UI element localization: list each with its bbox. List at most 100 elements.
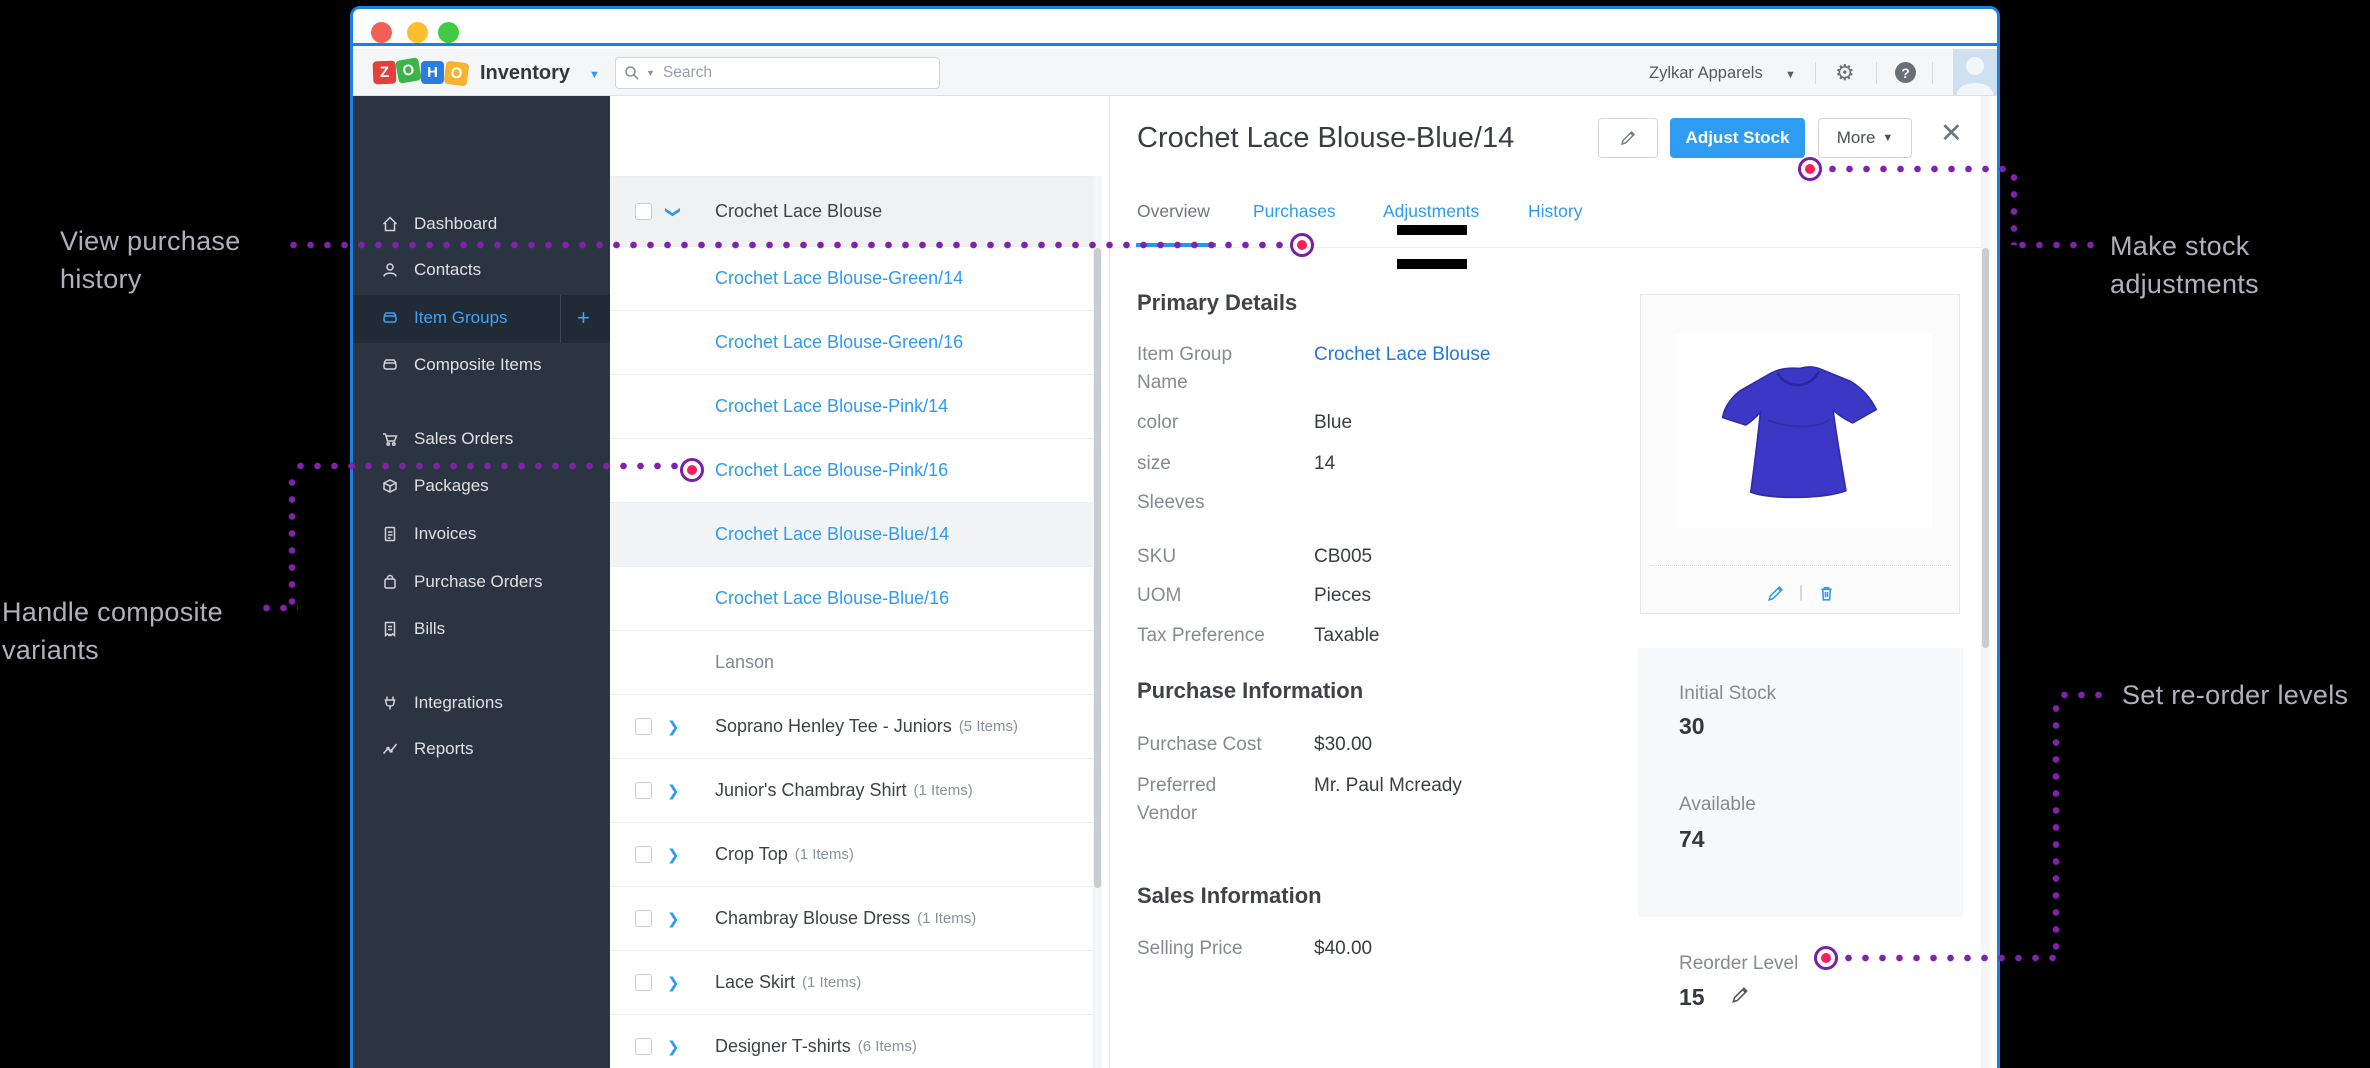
row-checkbox[interactable] <box>635 718 652 735</box>
more-button-label: More <box>1836 128 1876 147</box>
sidebar-item-sales-orders[interactable]: Sales Orders <box>353 421 610 457</box>
annotation-line: Handle composite <box>2 597 223 627</box>
list-item-group[interactable]: ❯ Junior's Chambray Shirt (1 Items) <box>610 758 1102 822</box>
tab-adjustments[interactable]: Adjustments <box>1383 201 1479 222</box>
field-value: CB005 <box>1314 546 1373 567</box>
variant-link[interactable]: Crochet Lace Blouse-Green/16 <box>610 332 963 353</box>
item-group-link[interactable]: Crochet Lace Blouse <box>1314 341 1490 369</box>
item-group-name[interactable]: Chambray Blouse Dress <box>610 908 910 929</box>
list-item-group[interactable]: ❯ Soprano Henley Tee - Juniors (5 Items) <box>610 694 1102 758</box>
item-count: (1 Items) <box>913 782 973 799</box>
edit-item-button[interactable] <box>1598 118 1658 158</box>
list-scrollbar-thumb[interactable] <box>1094 248 1101 888</box>
annotation-dotted-line <box>292 462 678 470</box>
detail-scrollbar-thumb[interactable] <box>1982 248 1989 648</box>
sidebar-item-packages[interactable]: Packages <box>353 468 610 504</box>
sidebar-item-dashboard[interactable]: Dashboard <box>353 206 610 242</box>
sidebar-item-item-groups[interactable]: Item Groups <box>353 300 610 336</box>
close-panel-icon[interactable]: ✕ <box>1940 118 1963 149</box>
sidebar-item-purchase-orders[interactable]: Purchase Orders <box>353 564 610 600</box>
chevron-right-icon[interactable]: ❯ <box>667 718 680 736</box>
field-value: $40.00 <box>1314 938 1373 959</box>
list-item-variant[interactable]: Crochet Lace Blouse-Blue/16 <box>610 566 1102 630</box>
list-item-variant[interactable]: Crochet Lace Blouse-Pink/14 <box>610 374 1102 438</box>
image-card-divider <box>1651 565 1951 566</box>
redaction-bar <box>1397 225 1467 235</box>
tab-history[interactable]: History <box>1528 201 1582 222</box>
list-item-plain[interactable]: Lanson <box>610 630 1102 694</box>
add-item-group-button[interactable]: + <box>577 305 590 331</box>
help-icon[interactable]: ? <box>1895 62 1916 83</box>
variant-link[interactable]: Crochet Lace Blouse-Blue/16 <box>610 588 949 609</box>
item-group-name[interactable]: Soprano Henley Tee - Juniors <box>610 716 952 737</box>
list-item-group[interactable]: ❯ Chambray Blouse Dress (1 Items) <box>610 886 1102 950</box>
item-name[interactable]: Lanson <box>610 652 774 673</box>
gear-icon[interactable]: ⚙ <box>1835 60 1855 86</box>
more-button[interactable]: More ▼ <box>1818 118 1912 158</box>
avatar[interactable] <box>1953 49 1997 95</box>
detail-scrollbar[interactable] <box>1981 96 1990 1068</box>
field-value: Taxable <box>1314 625 1380 646</box>
search-icon <box>625 66 639 80</box>
chevron-down-icon[interactable]: ❯ <box>664 205 682 218</box>
sidebar-item-integrations[interactable]: Integrations <box>353 685 610 721</box>
sidebar-item-invoices[interactable]: Invoices <box>353 516 610 552</box>
annotation-dotted-line <box>285 241 1286 249</box>
field-label: color <box>1137 412 1179 433</box>
chevron-right-icon[interactable]: ❯ <box>667 782 680 800</box>
search-scope-caret-icon[interactable]: ▼ <box>646 68 655 78</box>
search-bar[interactable]: ▼ <box>615 57 940 89</box>
item-group-name[interactable]: Junior's Chambray Shirt <box>610 780 907 801</box>
search-input[interactable] <box>660 63 891 83</box>
reports-chart-icon <box>382 743 398 755</box>
org-caret-icon[interactable]: ▼ <box>1785 69 1796 81</box>
list-item-group[interactable]: ❯ Designer T-shirts (6 Items) <box>610 1014 1102 1068</box>
row-checkbox[interactable] <box>635 1038 652 1055</box>
sidebar-item-contacts[interactable]: Contacts <box>353 252 610 288</box>
row-checkbox[interactable] <box>635 203 652 220</box>
list-item-variant[interactable]: Crochet Lace Blouse-Green/14 <box>610 246 1102 310</box>
avatar-silhouette-icon <box>1957 57 1993 95</box>
list-scrollbar[interactable] <box>1093 176 1102 1068</box>
org-name[interactable]: Zylkar Apparels <box>1649 64 1763 83</box>
list-item-variant[interactable]: Crochet Lace Blouse-Green/16 <box>610 310 1102 374</box>
sidebar-item-composite-items[interactable]: Composite Items <box>353 347 610 383</box>
chevron-right-icon[interactable]: ❯ <box>667 846 680 864</box>
edit-image-icon[interactable] <box>1766 584 1785 603</box>
chevron-right-icon[interactable]: ❯ <box>667 910 680 928</box>
row-checkbox[interactable] <box>635 974 652 991</box>
annotation-line: View purchase <box>60 226 241 256</box>
sidebar-item-label: Sales Orders <box>414 429 514 448</box>
sidebar-item-bills[interactable]: Bills <box>353 611 610 647</box>
chevron-right-icon[interactable]: ❯ <box>667 1038 680 1056</box>
tab-purchases[interactable]: Purchases <box>1253 201 1336 222</box>
tab-overview[interactable]: Overview <box>1137 201 1210 222</box>
delete-image-icon[interactable] <box>1817 584 1836 603</box>
list-item-group-header[interactable]: ❯ Crochet Lace Blouse <box>610 176 1102 246</box>
chevron-right-icon[interactable]: ❯ <box>667 974 680 992</box>
field-value: $30.00 <box>1314 734 1373 755</box>
close-window-icon[interactable] <box>371 22 392 43</box>
list-item-group[interactable]: ❯ Lace Skirt (1 Items) <box>610 950 1102 1014</box>
adjust-stock-button[interactable]: Adjust Stock <box>1670 118 1805 158</box>
edit-reorder-icon[interactable] <box>1730 985 1750 1005</box>
list-item-variant-selected[interactable]: Crochet Lace Blouse-Blue/14 <box>610 502 1102 566</box>
minimize-window-icon[interactable] <box>407 22 428 43</box>
sales-info-heading: Sales Information <box>1137 883 1322 908</box>
list-item-group[interactable]: ❯ Crop Top (1 Items) <box>610 822 1102 886</box>
row-checkbox[interactable] <box>635 782 652 799</box>
row-checkbox[interactable] <box>635 910 652 927</box>
product-image[interactable] <box>1674 334 1932 528</box>
variant-link[interactable]: Crochet Lace Blouse-Green/14 <box>610 268 963 289</box>
field-label: Preferred Vendor <box>1137 775 1217 824</box>
product-switch-caret-icon[interactable]: ▼ <box>589 69 600 81</box>
sidebar-item-label: Bills <box>414 619 446 638</box>
zoom-window-icon[interactable] <box>438 22 459 43</box>
purchase-info-heading: Purchase Information <box>1137 678 1364 703</box>
variant-link[interactable]: Crochet Lace Blouse-Pink/14 <box>610 396 948 417</box>
sidebar-item-label: Purchase Orders <box>414 572 543 591</box>
field-label: Selling Price <box>1137 938 1243 959</box>
row-checkbox[interactable] <box>635 846 652 863</box>
variant-link[interactable]: Crochet Lace Blouse-Blue/14 <box>610 524 949 545</box>
sidebar-item-reports[interactable]: Reports <box>353 731 610 767</box>
